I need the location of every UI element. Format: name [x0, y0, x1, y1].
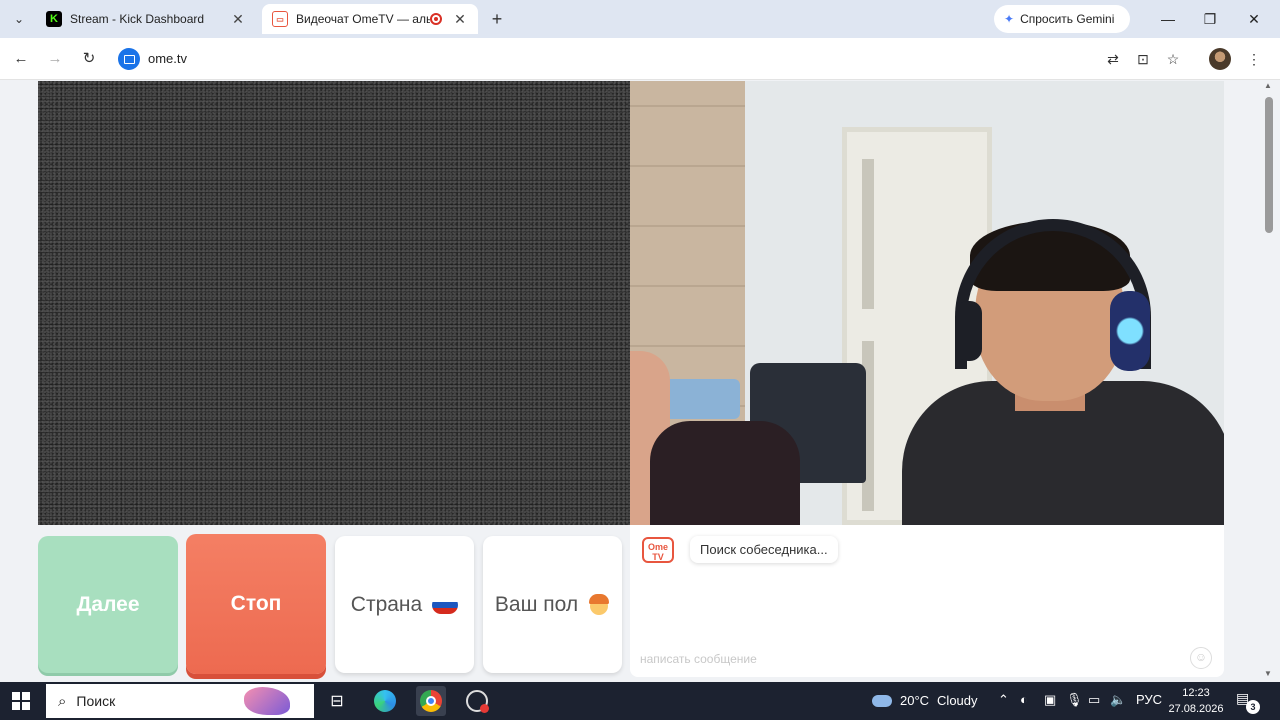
- recording-icon: [430, 13, 442, 25]
- windows-start-icon[interactable]: [12, 692, 30, 710]
- back-arrow-icon[interactable]: ←: [10, 48, 32, 70]
- system-clock[interactable]: 12:23 27.08.2026: [1166, 685, 1226, 717]
- reload-icon[interactable]: ↻: [78, 48, 100, 70]
- chat-panel: Ome TV Поиск собеседника... ☺: [630, 525, 1224, 677]
- tab-kick-dashboard[interactable]: K Stream - Kick Dashboard ✕: [36, 4, 256, 34]
- tab-title: Видеочат OmeTV — альте: [296, 12, 430, 26]
- new-tab-icon[interactable]: +: [486, 8, 508, 30]
- gender-label: Ваш пол: [494, 592, 579, 616]
- scrollbar-thumb[interactable]: [1265, 97, 1273, 233]
- task-view-icon[interactable]: ⊟: [322, 686, 352, 716]
- address-bar-row: ← → ↻ ome.tv ⇄ ⊡ ☆ ⋮: [0, 38, 1280, 80]
- boy-emoji-icon: [588, 593, 610, 617]
- stop-label: Стоп: [230, 592, 282, 615]
- local-webcam-video: [630, 81, 1224, 525]
- headphone-earcup: [956, 301, 982, 361]
- tab-title: Stream - Kick Dashboard: [70, 12, 205, 26]
- ometv-page: Далее Стоп Страна Ваш пол Ome TV Поиск с…: [0, 81, 1280, 682]
- input-language[interactable]: РУС: [1136, 692, 1162, 707]
- tray-camera-icon[interactable]: ▣: [1044, 692, 1056, 708]
- pillow: [660, 379, 740, 419]
- ask-gemini-button[interactable]: ✦ Спросить Gemini: [994, 5, 1130, 33]
- translate-icon[interactable]: ⇄: [1102, 48, 1124, 70]
- next-button[interactable]: Далее: [38, 536, 178, 673]
- gemini-sparkle-icon: ✦: [1004, 12, 1015, 26]
- chrome-browser-icon[interactable]: [416, 686, 446, 716]
- clock-date: 27.08.2026: [1168, 703, 1224, 715]
- remote-video-noise: [38, 81, 630, 525]
- tab-ometv[interactable]: ▭ Видеочат OmeTV — альте ✕: [262, 4, 478, 34]
- clock-time: 12:23: [1182, 687, 1210, 699]
- profile-avatar[interactable]: [1209, 48, 1231, 70]
- menu-dots-icon[interactable]: ⋮: [1243, 48, 1265, 70]
- ometv-chat-logo: Ome TV: [642, 537, 674, 563]
- obs-recording-icon[interactable]: [462, 686, 492, 716]
- volume-icon[interactable]: 🔈: [1110, 692, 1126, 708]
- headphone-earcup-glow: [1110, 291, 1150, 371]
- taskbar-search-label: Поиск: [76, 693, 116, 709]
- close-window-icon[interactable]: ✕: [1234, 6, 1274, 32]
- emoji-picker-icon[interactable]: ☺: [1190, 647, 1212, 669]
- scroll-down-icon[interactable]: ▼: [1264, 669, 1272, 678]
- ask-gemini-label: Спросить Gemini: [1020, 12, 1115, 26]
- close-tab-icon[interactable]: ✕: [230, 11, 246, 28]
- gender-button[interactable]: Ваш пол: [483, 536, 622, 673]
- microphone-icon[interactable]: 🎙: [1066, 692, 1083, 708]
- forward-arrow-icon[interactable]: →: [44, 48, 66, 70]
- tray-chevron-up-icon[interactable]: ⌃: [998, 692, 1009, 708]
- minimize-icon[interactable]: —: [1148, 6, 1188, 32]
- tray-app-icon[interactable]: ◐: [1020, 692, 1028, 707]
- edge-browser-icon[interactable]: [370, 686, 400, 716]
- url-text[interactable]: ome.tv: [148, 51, 187, 66]
- install-app-icon[interactable]: ⊡: [1132, 48, 1154, 70]
- windows-taskbar: ⌕ Поиск ⊟ 20°C Cloudy ⌃ ◐ ▣ 🎙 ▭ 🔈 РУС 12…: [0, 682, 1280, 720]
- restore-icon[interactable]: ❐: [1190, 6, 1230, 32]
- ometv-logo-icon: ▭: [272, 11, 288, 27]
- weather-temperature: 20°C: [900, 693, 930, 708]
- bookmark-star-icon[interactable]: ☆: [1162, 48, 1184, 70]
- search-icon: ⌕: [58, 692, 67, 710]
- close-tab-icon[interactable]: ✕: [452, 11, 468, 28]
- person-partial-shirt: [650, 421, 800, 525]
- scroll-up-icon[interactable]: ▲: [1264, 81, 1272, 90]
- next-label: Далее: [76, 592, 140, 616]
- notification-count-badge: 3: [1246, 700, 1260, 714]
- weather-widget[interactable]: 20°C Cloudy: [872, 693, 978, 708]
- site-info-icon[interactable]: [118, 48, 140, 70]
- taskbar-search-box[interactable]: ⌕ Поиск: [46, 684, 314, 718]
- page-scrollbar[interactable]: ▲ ▼: [1264, 81, 1274, 682]
- chat-status-message: Поиск собеседника...: [690, 536, 838, 563]
- search-highlight-image: [244, 687, 290, 715]
- stop-button[interactable]: Стоп: [186, 534, 326, 674]
- network-icon[interactable]: ▭: [1088, 692, 1100, 708]
- country-label: Страна: [350, 592, 423, 616]
- weather-condition: Cloudy: [937, 693, 978, 708]
- browser-tab-strip: ⌄ K Stream - Kick Dashboard ✕ ▭ Видеочат…: [0, 0, 1280, 38]
- russia-flag-icon: [432, 595, 459, 614]
- chat-message-input[interactable]: [640, 650, 1180, 668]
- cloud-icon: [872, 694, 892, 707]
- country-button[interactable]: Страна: [335, 536, 474, 673]
- tab-search-chevron-icon[interactable]: ⌄: [8, 8, 30, 30]
- kick-logo-icon: K: [46, 11, 62, 27]
- door-glass: [862, 159, 874, 309]
